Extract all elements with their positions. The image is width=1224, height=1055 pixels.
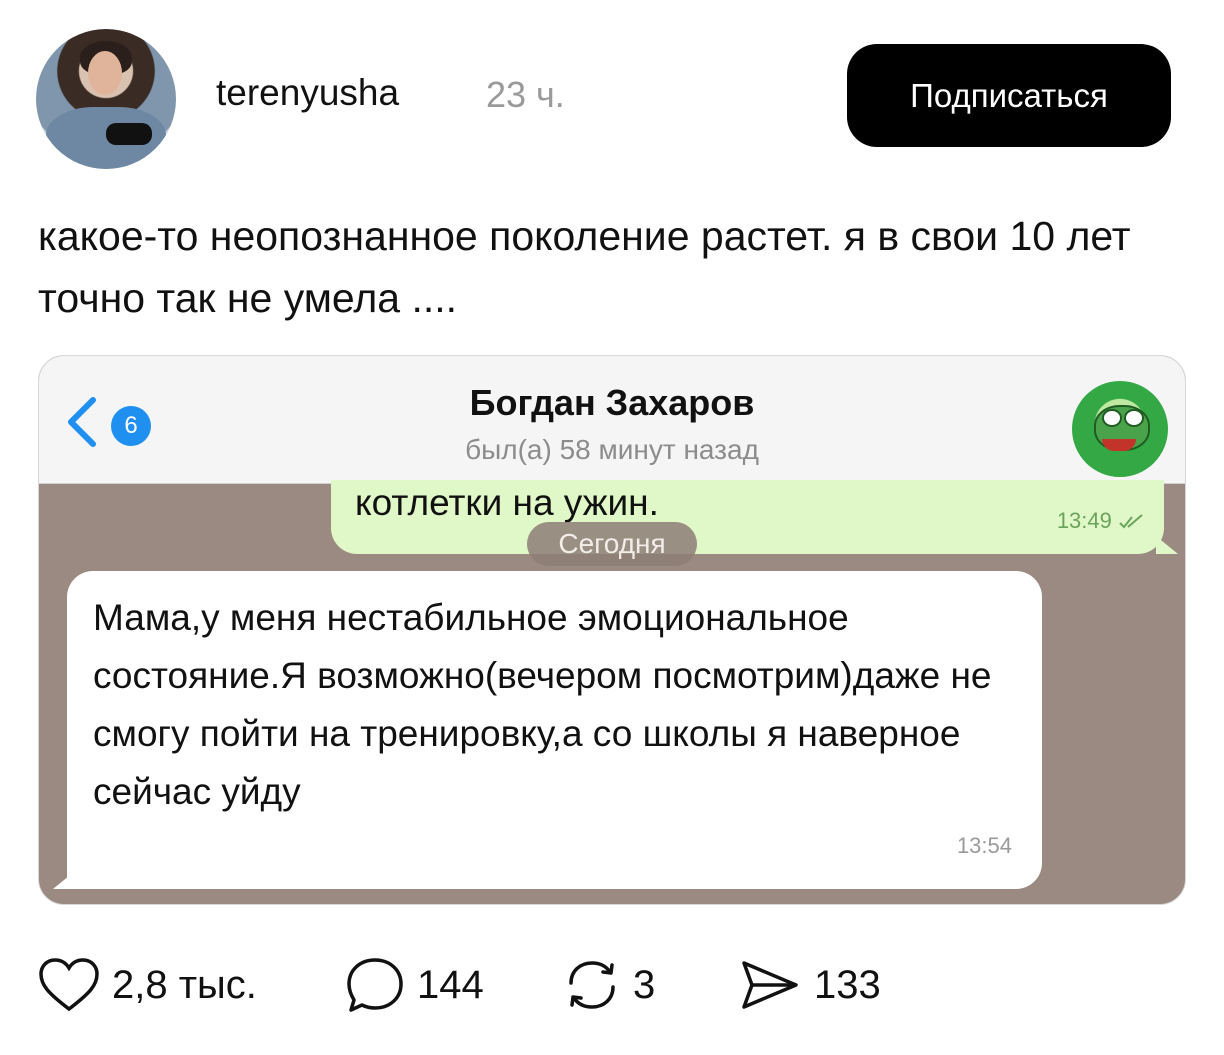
post-timestamp: 23 ч. xyxy=(486,74,565,115)
repost-count: 3 xyxy=(633,962,656,1007)
post-actions: 2,8 тыс. 144 3 133 xyxy=(38,955,1188,1015)
incoming-message: Мама,у меня нестабильное эмоциональное с… xyxy=(53,571,1042,889)
outgoing-message-tail xyxy=(1156,536,1178,554)
post-text: какое-то неопознанное поколение растет. … xyxy=(38,213,1131,321)
share-action[interactable]: 133 xyxy=(738,955,881,1015)
incoming-message-text: Мама,у меня нестабильное эмоциональное с… xyxy=(93,597,992,812)
chat-header: 6 Богдан Захаров был(а) 58 минут назад xyxy=(39,356,1185,484)
outgoing-message-time: 13:49 xyxy=(1056,508,1112,533)
read-checkmarks-icon xyxy=(1119,514,1143,529)
incoming-message-time: 13:54 xyxy=(956,833,1012,858)
outgoing-message-text: котлетки на ужин. xyxy=(355,482,659,523)
frog-eye-left xyxy=(1102,409,1122,427)
repost-icon xyxy=(569,961,615,1009)
attached-chat-screenshot[interactable]: 6 Богдан Захаров был(а) 58 минут назад к… xyxy=(38,355,1186,905)
heart-icon xyxy=(39,958,99,1012)
contact-name: Богдан Захаров xyxy=(469,382,755,423)
repost-action[interactable]: 3 xyxy=(563,955,655,1015)
author-avatar[interactable] xyxy=(36,29,176,169)
frog-eye-right xyxy=(1124,409,1144,427)
date-separator: Сегодня xyxy=(527,522,697,566)
author-username[interactable]: terenyusha xyxy=(216,72,399,114)
share-count: 133 xyxy=(814,962,881,1007)
comment-icon xyxy=(347,958,403,1012)
subscribe-button[interactable]: Подписаться xyxy=(847,44,1171,147)
like-action[interactable]: 2,8 тыс. xyxy=(38,955,257,1015)
contact-avatar xyxy=(1072,381,1168,477)
comment-action[interactable]: 144 xyxy=(345,955,484,1015)
like-count: 2,8 тыс. xyxy=(112,962,257,1007)
contact-status: был(а) 58 минут назад xyxy=(465,434,759,465)
comment-count: 144 xyxy=(417,962,484,1007)
avatar-face xyxy=(88,51,122,95)
incoming-message-tail xyxy=(53,871,75,889)
avatar-glove xyxy=(106,123,152,145)
share-icon xyxy=(742,961,798,1009)
outgoing-message: котлетки на ужин. 13:49 xyxy=(331,480,1178,554)
outgoing-message-meta: 13:49 xyxy=(1057,508,1146,534)
